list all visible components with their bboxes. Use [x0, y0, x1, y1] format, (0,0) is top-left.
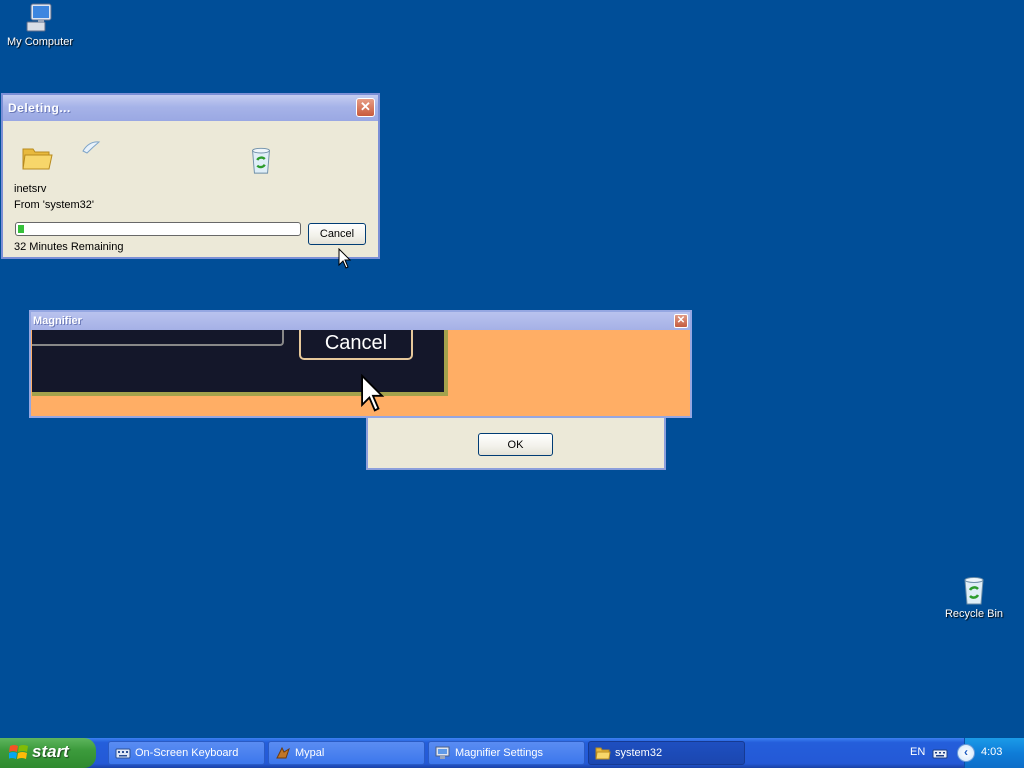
background-dialog: OK: [366, 418, 666, 470]
magnifier-titlebar[interactable]: Magnifier ✕: [31, 312, 690, 330]
close-button[interactable]: ✕: [356, 98, 375, 117]
start-label: start: [32, 742, 69, 761]
dialog-title: Deleting...: [8, 101, 71, 115]
desktop-icon-label: Recycle Bin: [944, 608, 1004, 620]
recycle-bin-icon: [964, 577, 984, 605]
taskbar-item-label: system32: [615, 747, 663, 759]
flying-paper-icon: [82, 141, 101, 154]
keyboard-layout-icon[interactable]: [932, 746, 948, 760]
taskbar-item-label: Magnifier Settings: [455, 747, 544, 759]
language-indicator[interactable]: EN: [910, 746, 925, 758]
windows-logo-icon: [9, 745, 28, 759]
close-icon: ✕: [360, 99, 371, 114]
my-computer-icon: [26, 3, 52, 32]
magnified-view: Cancel: [32, 330, 448, 412]
taskbar-item-label: Mypal: [295, 747, 325, 759]
magnified-cursor-icon: [361, 374, 385, 412]
desktop-icon-recycle-bin[interactable]: Recycle Bin: [934, 574, 1014, 620]
recycle-bin-icon: [252, 147, 270, 174]
item-name: inetsrv: [14, 183, 47, 195]
close-icon: ✕: [676, 315, 686, 326]
magnifier-settings-icon: [435, 746, 450, 759]
mypal-icon: [276, 746, 290, 759]
mouse-cursor-icon: [338, 248, 352, 269]
desktop-icon-label: My Computer: [6, 36, 74, 48]
deleting-dialog-titlebar[interactable]: Deleting... ✕: [3, 95, 378, 121]
keyboard-icon: [115, 748, 131, 759]
cancel-button[interactable]: Cancel: [308, 223, 366, 245]
folder-icon: [22, 148, 53, 170]
chevron-left-icon: ‹: [964, 745, 968, 759]
magnifier-window: Magnifier ✕ Cancel: [29, 310, 692, 418]
clock[interactable]: 4:03: [981, 746, 1002, 758]
time-remaining: 32 Minutes Remaining: [14, 241, 124, 253]
show-hidden-icons-button[interactable]: ‹: [957, 744, 975, 762]
delete-progress-bar: [15, 222, 301, 236]
magnified-progress-bar: [32, 330, 284, 346]
taskbar-item-label: On-Screen Keyboard: [135, 747, 239, 759]
desktop-icon-my-computer[interactable]: My Computer: [0, 2, 80, 48]
taskbar-item-on-screen-keyboard[interactable]: On-Screen Keyboard: [108, 741, 265, 765]
deleting-dialog: Deleting... ✕ inetsrv From 'system32' 32…: [1, 93, 380, 259]
taskbar: start On-Screen Keyboard Mypal Magnifier…: [0, 738, 1024, 768]
progress-fill: [18, 225, 24, 233]
magnified-cancel-button: Cancel: [299, 330, 413, 360]
magnifier-title: Magnifier: [33, 315, 82, 327]
taskbar-item-system32[interactable]: system32: [588, 741, 745, 765]
taskbar-item-mypal[interactable]: Mypal: [268, 741, 425, 765]
ok-button[interactable]: OK: [478, 433, 553, 456]
magnifier-close-button[interactable]: ✕: [674, 314, 688, 328]
source-location: From 'system32': [14, 199, 94, 211]
taskbar-item-magnifier-settings[interactable]: Magnifier Settings: [428, 741, 585, 765]
start-button[interactable]: start: [0, 738, 96, 768]
folder-icon: [595, 747, 611, 760]
